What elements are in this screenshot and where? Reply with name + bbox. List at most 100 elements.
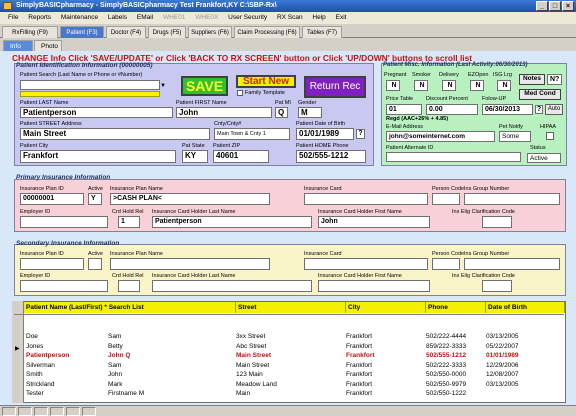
auto-button[interactable]: Auto <box>545 104 563 115</box>
menu-file[interactable]: File <box>8 14 18 21</box>
pregnant-field[interactable]: N <box>386 80 400 91</box>
col-header-name[interactable]: Patient Name (Last/First) * Search List <box>24 302 236 313</box>
med-cond-button[interactable]: Med Cond <box>519 89 561 100</box>
secondary-group-field[interactable] <box>464 258 560 270</box>
primary-holder-rel-field[interactable]: 1 <box>118 216 140 228</box>
gender-field[interactable]: M <box>298 107 322 118</box>
primary-plan-name-field[interactable]: >CASH PLAN< <box>110 193 270 205</box>
tab-info[interactable]: Info <box>3 40 33 51</box>
menu-exit[interactable]: Exit <box>336 14 347 21</box>
secondary-elig-field[interactable] <box>482 280 512 292</box>
secondary-employer-field[interactable] <box>20 280 108 292</box>
secondary-active-field[interactable] <box>88 258 102 270</box>
pet-notify-select[interactable]: Some <box>499 131 531 142</box>
lg-field[interactable]: N <box>497 80 511 91</box>
secondary-card-field[interactable] <box>304 258 428 270</box>
menu-rx-scan[interactable]: RX Scan <box>277 14 303 21</box>
menu-reports[interactable]: Reports <box>28 14 51 21</box>
maximize-icon[interactable]: □ <box>549 1 561 11</box>
state-field[interactable]: KY <box>182 150 208 163</box>
menu-user-security[interactable]: User Security <box>228 14 267 21</box>
window-title: SimplyBASICpharmacy - SimplyBASICpharmac… <box>16 2 277 9</box>
primary-elig-field[interactable] <box>482 216 512 228</box>
secondary-plan-name-field[interactable] <box>110 258 270 270</box>
smoker-field[interactable]: N <box>414 80 428 91</box>
primary-holder-last-field[interactable]: Patientperson <box>152 216 312 228</box>
primary-card-field[interactable] <box>304 193 428 205</box>
ezopen-field[interactable]: N <box>470 80 484 91</box>
table-row-selected[interactable]: Patientperson John Q Main Street Frankfo… <box>24 351 564 361</box>
menu-whe01[interactable]: WHE01 <box>163 14 185 21</box>
family-template-checkbox[interactable] <box>237 90 243 96</box>
first-name-field[interactable]: John <box>176 107 272 118</box>
menu-help[interactable]: Help <box>312 14 325 21</box>
discount-field[interactable]: 0.00 <box>426 104 478 115</box>
save-button[interactable]: SAVE <box>181 76 228 96</box>
app-icon <box>3 2 12 10</box>
tab-patient[interactable]: Patient (F3) <box>60 26 104 38</box>
minimize-icon[interactable]: _ <box>536 1 548 11</box>
dob-field[interactable]: 01/01/1989 <box>296 128 354 140</box>
menu-labels[interactable]: Labels <box>108 14 127 21</box>
main-tabs: RxFilling (F9) Patient (F3) Doctor (F4) … <box>0 25 576 38</box>
secondary-plan-id-field[interactable] <box>20 258 84 270</box>
tab-tables[interactable]: Tables (F7) <box>302 26 342 38</box>
col-header-street[interactable]: Street <box>236 302 346 313</box>
col-header-dob[interactable]: Date of Birth <box>486 302 565 313</box>
search-dropdown[interactable] <box>20 91 160 97</box>
dob-help-button[interactable]: ? <box>356 129 365 139</box>
table-row[interactable]: Silverman Sam Main Street Frankfort 502/… <box>24 361 564 371</box>
table-row[interactable]: Strickland Mark Meadow Land Frankfort 50… <box>24 380 564 390</box>
followup-help-button[interactable]: ? <box>535 105 543 114</box>
primary-plan-id-field[interactable]: 00000001 <box>20 193 84 205</box>
secondary-person-code-field[interactable] <box>432 258 460 270</box>
primary-holder-first-field[interactable]: John <box>318 216 430 228</box>
start-new-button[interactable]: Start New <box>236 75 296 88</box>
primary-active-field[interactable]: Y <box>88 193 102 205</box>
zip-field[interactable]: 40601 <box>213 150 269 163</box>
primary-group-field[interactable] <box>464 193 560 205</box>
email-field[interactable]: john@someinternet.com <box>386 131 495 142</box>
tab-rxfilling[interactable]: RxFilling (F9) <box>2 26 58 38</box>
menu-maintenance[interactable]: Maintenance <box>61 14 98 21</box>
primary-person-code-field[interactable] <box>432 193 460 205</box>
secondary-holder-first-field[interactable] <box>318 280 430 292</box>
tab-doctor[interactable]: Doctor (F4) <box>106 26 146 38</box>
secondary-holder-rel-field[interactable] <box>118 280 140 292</box>
table-row[interactable]: Smith John 123 Main Frankfort 502/550-00… <box>24 370 564 380</box>
table-row[interactable]: Tester Firstname M Main Frankfort 502/55… <box>24 389 564 399</box>
primary-card-label: Insurance Card <box>304 186 342 192</box>
followup-field[interactable]: 06/30/2013 <box>482 104 533 115</box>
street-field[interactable]: Main Street <box>20 128 210 140</box>
status-select[interactable]: Active <box>527 153 561 163</box>
tab-photo[interactable]: Photo <box>34 40 62 51</box>
tab-claim-processing[interactable]: Claim Processing (F6) <box>234 26 300 38</box>
phone-field[interactable]: 502/555-1212 <box>296 150 366 163</box>
col-header-city[interactable]: City <box>346 302 426 313</box>
menu-whe0x[interactable]: WHE0X <box>195 14 218 21</box>
col-header-phone[interactable]: Phone <box>426 302 486 313</box>
primary-employer-field[interactable] <box>20 216 108 228</box>
county-select[interactable]: Main Town & Cnty 1 <box>214 128 290 140</box>
tab-drugs[interactable]: Drugs (F5) <box>148 26 186 38</box>
table-row[interactable]: Jones Betty Abc Street Frankfort 859/222… <box>24 342 564 352</box>
close-icon[interactable]: × <box>562 1 574 11</box>
return-rec-button[interactable]: Return Rec <box>304 76 366 98</box>
notes-button[interactable]: Notes <box>519 74 545 85</box>
cell-phone: 502/550-9979 <box>426 380 467 388</box>
mi-field[interactable]: Q <box>275 107 288 118</box>
menu-email[interactable]: EMail <box>137 14 153 21</box>
last-name-field[interactable]: Patientperson <box>20 107 173 118</box>
price-table-field[interactable]: 01 <box>386 104 422 115</box>
alt-id-field[interactable] <box>386 152 521 162</box>
hipaa-checkbox[interactable] <box>546 132 554 140</box>
table-row[interactable]: Doe Sam 3xx Street Frankfort 502/222-444… <box>24 332 564 342</box>
city-field[interactable]: Frankfort <box>20 150 176 163</box>
delivery-field[interactable]: N <box>442 80 456 91</box>
chevron-down-icon[interactable]: ▼ <box>160 83 166 89</box>
status-cell <box>2 407 16 416</box>
secondary-holder-last-field[interactable] <box>152 280 312 292</box>
primary-holder-first-label: Insurance Card Holder First Name <box>318 209 402 215</box>
patient-search-input[interactable] <box>20 80 160 90</box>
tab-suppliers[interactable]: Suppliers (F6) <box>188 26 232 38</box>
